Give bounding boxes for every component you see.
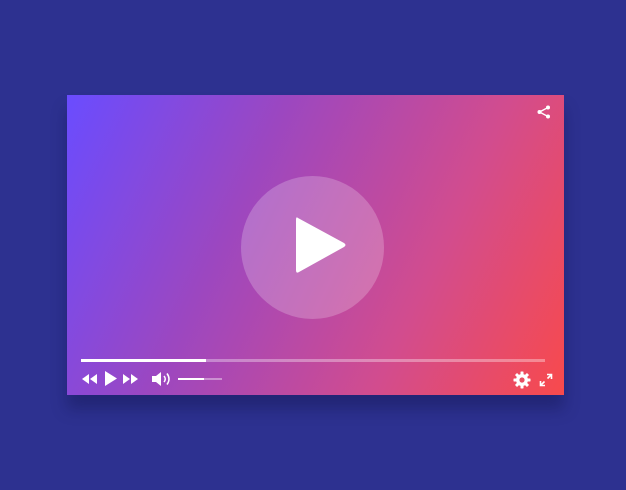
play-icon: [105, 371, 117, 386]
fullscreen-icon: [539, 373, 553, 387]
volume-slider[interactable]: [178, 378, 222, 380]
volume-fill: [178, 378, 205, 380]
rewind-button[interactable]: [81, 372, 99, 386]
settings-button[interactable]: [513, 371, 531, 389]
play-button[interactable]: [104, 370, 118, 387]
fullscreen-button[interactable]: [539, 373, 553, 387]
progress-bar[interactable]: [81, 359, 545, 362]
progress-fill: [81, 359, 207, 362]
volume-icon: [152, 372, 170, 386]
rewind-icon: [82, 374, 97, 384]
volume-button[interactable]: [151, 371, 173, 387]
gear-icon: [513, 371, 531, 389]
share-icon: [537, 105, 550, 119]
play-icon: [296, 217, 346, 273]
share-button[interactable]: [536, 104, 552, 120]
fast-forward-button[interactable]: [121, 372, 139, 386]
fast-forward-icon: [123, 374, 138, 384]
big-play-button[interactable]: [241, 176, 384, 319]
video-player[interactable]: [67, 95, 564, 395]
